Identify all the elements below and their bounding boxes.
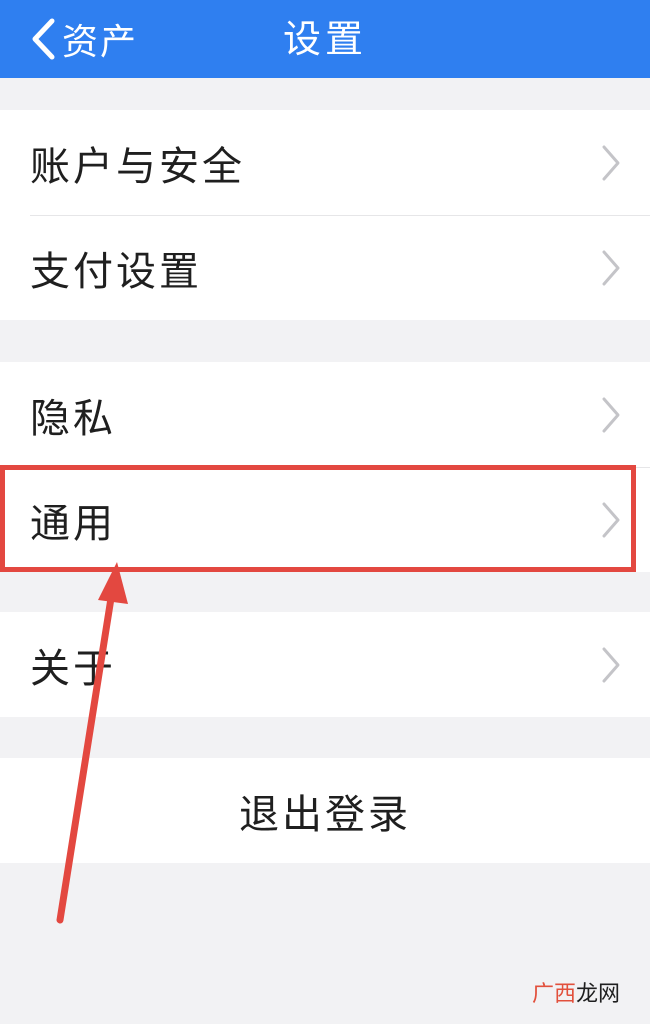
logout-label: 退出登录 xyxy=(239,791,411,838)
watermark-part2: 龙网 xyxy=(575,982,620,1007)
settings-item-label: 账户与安全 xyxy=(30,143,245,190)
watermark: 广西 龙网 xyxy=(532,976,620,1008)
chevron-right-icon xyxy=(602,397,620,432)
chevron-right-icon xyxy=(602,502,620,537)
chevron-right-icon xyxy=(602,647,620,682)
settings-item-account-security[interactable]: 账户与安全 xyxy=(0,110,650,215)
settings-item-label: 关于 xyxy=(30,645,116,692)
settings-item-payment[interactable]: 支付设置 xyxy=(0,215,650,320)
settings-group-about: 关于 xyxy=(0,612,650,717)
settings-item-privacy[interactable]: 隐私 xyxy=(0,362,650,467)
watermark-part1: 广西 xyxy=(531,982,576,1007)
logout-button[interactable]: 退出登录 xyxy=(0,758,650,863)
settings-item-label: 通用 xyxy=(30,500,116,547)
settings-item-label: 隐私 xyxy=(30,395,116,442)
settings-group-privacy: 隐私 通用 xyxy=(0,362,650,572)
page-title: 设置 xyxy=(282,17,367,61)
settings-item-label: 支付设置 xyxy=(30,248,202,295)
settings-group-account: 账户与安全 支付设置 xyxy=(0,110,650,320)
settings-item-about[interactable]: 关于 xyxy=(0,612,650,717)
chevron-right-icon xyxy=(602,145,620,180)
settings-item-general[interactable]: 通用 xyxy=(0,467,650,572)
nav-bar: 资产 设置 xyxy=(0,0,650,78)
chevron-right-icon xyxy=(602,250,620,285)
